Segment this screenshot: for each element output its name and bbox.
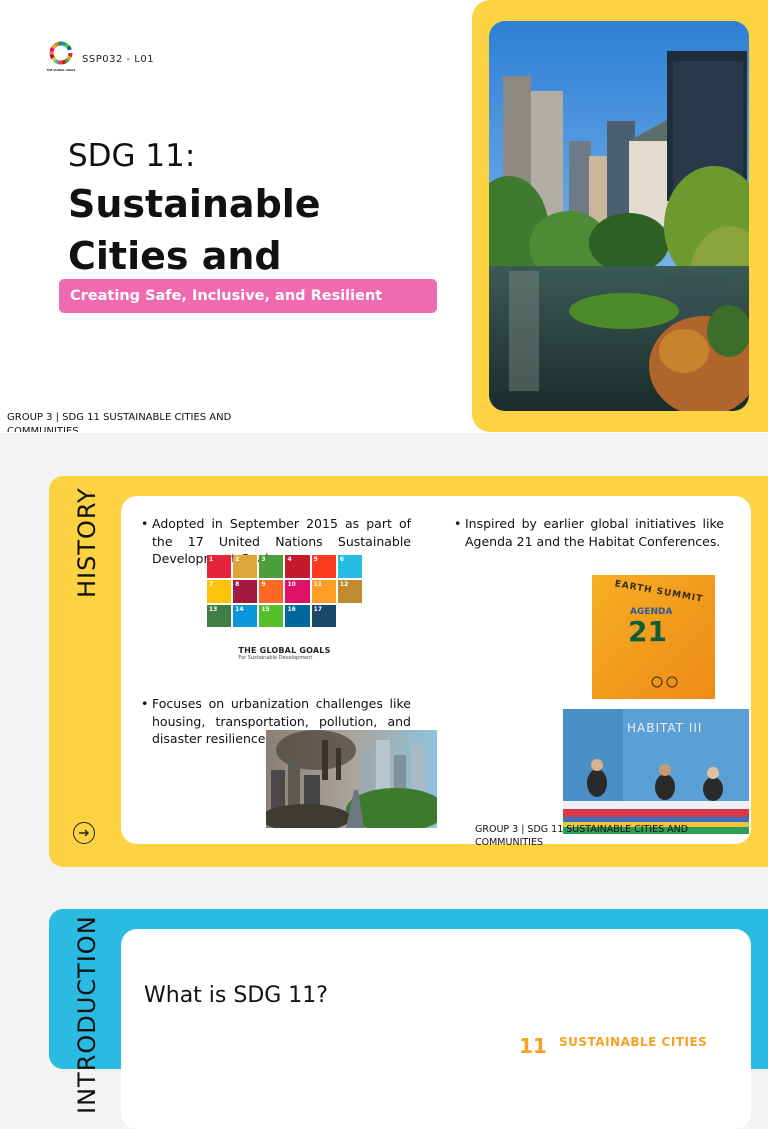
habitat-title: HABITAT III xyxy=(627,721,703,735)
goal-11-number: 11 xyxy=(519,1034,547,1058)
introduction-side-title: INTRODUCTION xyxy=(73,915,101,1114)
sdg-tile-number: 15 xyxy=(261,605,270,613)
slide2-footer: GROUP 3 | SDG 11 SUSTAINABLE CITIES AND … xyxy=(475,824,689,848)
title-main: Sustainable Cities and xyxy=(68,178,448,282)
earth-summit-text: EARTH SUMMIT xyxy=(613,579,704,605)
logo-caption: THE GLOBAL GOALS xyxy=(47,68,76,72)
sdg-tile: 2 xyxy=(233,555,258,578)
sdg-tile-number: 2 xyxy=(235,556,240,563)
next-arrow-button[interactable] xyxy=(73,822,95,844)
sdg-tile-number: 9 xyxy=(261,580,266,588)
sdg-tile: 6 xyxy=(337,555,362,578)
sdg-tile: 5 xyxy=(311,555,336,578)
arrow-right-icon xyxy=(79,829,89,837)
course-code: SSP032 - L01 xyxy=(82,54,155,65)
history-card: • Adopted in September 2015 as part of t… xyxy=(121,496,751,848)
sdg-tile: 10 xyxy=(285,579,310,603)
slide1-footer: GROUP 3 | SDG 11 SUSTAINABLE CITIES AND … xyxy=(7,412,232,432)
sdg-tile: 8 xyxy=(233,579,258,603)
sdg-tile: 3 xyxy=(259,555,284,578)
sdg-tile: 11 xyxy=(311,579,336,603)
sdg-goals-grid: 1 2 3 4 5 6 7 8 9 10 11 12 13 14 15 16 17 THE GLOBAL GOAL… xyxy=(207,555,362,677)
introduction-slide: INTRODUCTION What is SDG 11? 11 SUSTAINA… xyxy=(49,909,768,1129)
sdg-tile-number: 1 xyxy=(209,556,214,563)
sdg-tile: 4 xyxy=(285,555,310,578)
global-goals-wordmark: THE GLOBAL GOALS For Sustainable Developm… xyxy=(233,629,336,677)
sdg-tile: 1 xyxy=(207,555,232,578)
goal-11-label: SUSTAINABLE CITIES xyxy=(559,1035,708,1049)
sdg-tile: 17 xyxy=(311,604,336,628)
history-slide: HISTORY • Adopted in September 2015 as p… xyxy=(49,476,768,867)
agenda-number: 21 xyxy=(628,615,667,648)
sdg-tile: 12 xyxy=(337,579,362,603)
sdg-tile-number: 8 xyxy=(235,580,240,588)
sdg-tile: 9 xyxy=(259,579,284,603)
polluted-vs-green-city-photo xyxy=(266,730,437,828)
subtitle-banner: Creating Safe, Inclusive, and Resilient xyxy=(59,279,437,313)
sdg-tile: 7 xyxy=(207,579,232,603)
wordmark-subtitle: For Sustainable Development xyxy=(238,654,313,661)
sdg-tile-number: 7 xyxy=(209,580,214,588)
sdg-tile-number: 3 xyxy=(261,556,266,563)
global-goals-logo: THE GLOBAL GOALS xyxy=(47,41,76,72)
city-park-photo xyxy=(489,21,749,411)
history-side-title: HISTORY xyxy=(73,487,101,598)
sdg-tile: 15 xyxy=(259,604,284,628)
sdg-tile-number: 5 xyxy=(313,556,318,563)
bullet-inspired: • Inspired by earlier global initiatives… xyxy=(454,516,724,549)
sdg-tile: 16 xyxy=(285,604,310,628)
sdg-tile-number: 16 xyxy=(287,605,296,613)
habitat-iii-conference-photo: HABITAT III xyxy=(563,709,749,834)
sdg-tile-number: 6 xyxy=(339,556,345,563)
wordmark-title: THE GLOBAL GOALS xyxy=(238,645,331,655)
introduction-card: What is SDG 11? 11 SUSTAINABLE CITIES xyxy=(121,929,751,1129)
sdg-tile: 13 xyxy=(207,604,232,628)
sdg-tile-number: 11 xyxy=(313,580,323,588)
sdg-tile-number: 17 xyxy=(313,605,323,613)
title-prefix: SDG 11: xyxy=(68,138,196,174)
sdg-tile-number: 10 xyxy=(287,580,296,588)
sdg-tile: 14 xyxy=(233,604,258,628)
sdg-tile-number: 14 xyxy=(235,605,244,613)
title-slide: THE GLOBAL GOALS SSP032 - L01 SDG 11: Su… xyxy=(0,0,768,433)
intro-question: What is SDG 11? xyxy=(144,983,328,1008)
un-emblem-icon xyxy=(651,676,678,688)
title-line-2: Cities and xyxy=(68,234,282,278)
agenda-21-cover: EARTH SUMMIT AGENDA 21 xyxy=(592,575,715,699)
title-line-1: Sustainable xyxy=(68,182,321,226)
sdg-tile-number: 4 xyxy=(287,556,292,563)
sdg-tile-number: 13 xyxy=(209,605,218,613)
sdg-tile-number: 12 xyxy=(339,580,349,588)
